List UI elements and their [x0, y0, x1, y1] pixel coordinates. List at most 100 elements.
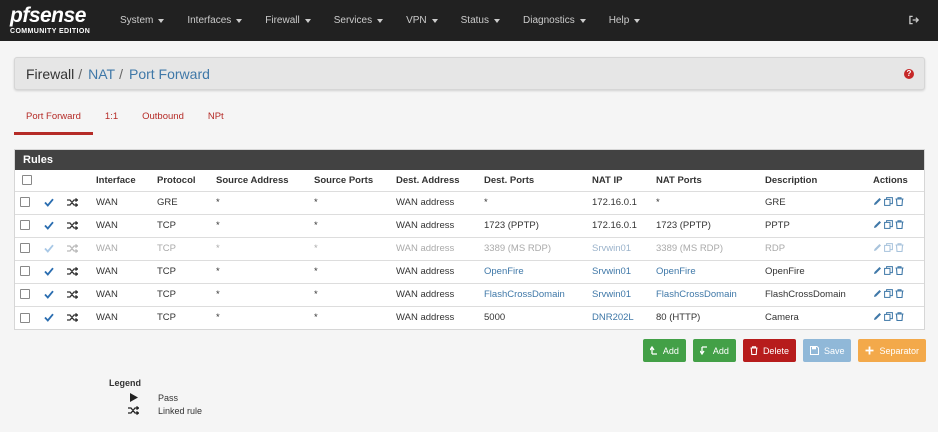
copy-icon[interactable]: [884, 219, 893, 229]
cell-nat-ip[interactable]: Srvwin01: [592, 260, 656, 284]
cell-nat-ports: 3389 (MS RDP): [656, 237, 765, 261]
trash-icon: [750, 346, 758, 355]
rules-title: Rules: [15, 150, 924, 170]
pencil-icon[interactable]: [873, 197, 882, 206]
cell-dest-ports: 5000: [484, 312, 506, 324]
menu-system[interactable]: System: [120, 15, 165, 26]
select-all-checkbox[interactable]: [22, 175, 32, 186]
table-row[interactable]: WAN TCP * * WAN address FlashCrossDomain Srvwi…: [15, 283, 924, 307]
copy-icon[interactable]: [884, 265, 893, 275]
copy-icon[interactable]: [884, 242, 893, 252]
menu-services[interactable]: Services: [334, 15, 384, 26]
cell-source-address: *: [216, 312, 220, 324]
pencil-icon[interactable]: [873, 266, 882, 275]
caret-down-icon: [236, 18, 243, 23]
cell-protocol: TCP: [157, 312, 176, 324]
col-nat-ip: NAT IP: [592, 170, 656, 192]
cell-dest-ports[interactable]: OpenFire: [484, 260, 592, 284]
cell-description: Camera: [765, 312, 799, 324]
table-row[interactable]: WAN TCP * * WAN address 1723 (PPTP) 172.16.0.1…: [15, 214, 924, 238]
separator-button[interactable]: Separator: [858, 339, 926, 362]
play-icon: [129, 393, 138, 402]
breadcrumb-port-forward[interactable]: Port Forward: [129, 66, 210, 82]
menu-diagnostics[interactable]: Diagnostics: [523, 15, 586, 26]
row-checkbox[interactable]: [20, 266, 30, 277]
breadcrumb-nat[interactable]: NAT: [88, 66, 115, 82]
plus-icon: [865, 346, 874, 355]
table-row[interactable]: WAN GRE * * WAN address * 172.16.0.1 * GRE: [15, 191, 924, 215]
row-checkbox[interactable]: [20, 220, 30, 231]
save-icon: [809, 346, 819, 355]
breadcrumb-firewall: Firewall: [26, 65, 75, 82]
caret-down-icon: [158, 18, 165, 23]
table-row[interactable]: WAN TCP * * WAN address OpenFire Srvwin01 OpenF…: [15, 260, 924, 284]
cell-dest-ports[interactable]: FlashCrossDomain: [484, 283, 592, 307]
cell-source-ports: *: [314, 214, 396, 238]
col-description: Description: [765, 170, 873, 192]
check-icon[interactable]: [44, 290, 54, 299]
cell-nat-ports[interactable]: OpenFire: [656, 260, 765, 284]
check-icon[interactable]: [44, 244, 54, 253]
tab-npt[interactable]: NPt: [196, 107, 236, 135]
check-icon[interactable]: [44, 313, 54, 323]
check-icon[interactable]: [44, 221, 54, 230]
cell-dest-ports: 3389 (MS RDP): [484, 237, 592, 261]
cell-nat-ports[interactable]: FlashCrossDomain: [656, 283, 765, 307]
trash-icon[interactable]: [895, 196, 904, 206]
tab-outbound[interactable]: Outbound: [130, 107, 196, 135]
pfsense-logo[interactable]: pfsense COMMUNITY EDITION: [10, 5, 100, 39]
row-checkbox[interactable]: [20, 312, 30, 323]
save-button[interactable]: Save: [802, 339, 852, 362]
copy-icon[interactable]: [884, 288, 893, 298]
row-checkbox[interactable]: [20, 197, 30, 208]
cell-nat-ip[interactable]: Srvwin01: [592, 237, 656, 261]
cell-protocol: GRE: [157, 191, 216, 215]
cell-nat-ip[interactable]: DNR202L: [592, 306, 656, 329]
check-icon[interactable]: [44, 198, 54, 207]
trash-icon[interactable]: [895, 288, 904, 298]
breadcrumb: Firewall / NAT / Port Forward ?: [14, 57, 925, 90]
menu-status[interactable]: Status: [461, 15, 500, 26]
help-icon[interactable]: ?: [904, 69, 914, 79]
cell-interface: WAN: [96, 283, 157, 307]
arrow-up-icon: [649, 346, 657, 355]
add-top-button[interactable]: Add: [642, 339, 686, 362]
logo-sense: sense: [28, 4, 87, 27]
pencil-icon[interactable]: [873, 312, 882, 321]
menu-interfaces[interactable]: Interfaces: [187, 15, 243, 26]
menu-vpn[interactable]: VPN: [406, 15, 438, 26]
caret-down-icon: [377, 18, 384, 23]
caret-down-icon: [494, 18, 500, 23]
col-protocol: Protocol: [157, 170, 216, 192]
add-bottom-button[interactable]: Add: [692, 339, 736, 362]
pencil-icon[interactable]: [873, 243, 882, 252]
pencil-icon[interactable]: [873, 220, 882, 229]
check-icon[interactable]: [44, 267, 54, 276]
cell-description: OpenFire: [765, 260, 873, 284]
cell-source-ports: *: [314, 191, 396, 215]
table-row[interactable]: WAN TCP * * WAN address 3389 (MS RDP) Srvwin01…: [15, 237, 924, 261]
rules-panel: Rules Interface Protocol Source Address …: [14, 149, 925, 330]
cell-source-ports: *: [314, 283, 396, 307]
trash-icon[interactable]: [895, 219, 904, 229]
row-checkbox[interactable]: [20, 289, 30, 300]
col-source-address: Source Address: [216, 170, 314, 192]
delete-button[interactable]: Delete: [742, 339, 796, 362]
row-checkbox[interactable]: [20, 243, 30, 254]
logout-icon[interactable]: [909, 15, 920, 25]
menu-help[interactable]: Help: [609, 15, 641, 26]
pencil-icon[interactable]: [873, 289, 882, 298]
caret-down-icon: [634, 18, 641, 23]
menu-firewall[interactable]: Firewall: [265, 15, 311, 26]
copy-icon[interactable]: [884, 196, 893, 206]
copy-icon[interactable]: [884, 311, 893, 321]
tab-port-forward[interactable]: Port Forward: [14, 107, 93, 135]
cell-nat-ip[interactable]: Srvwin01: [592, 283, 656, 307]
trash-icon[interactable]: [895, 312, 904, 321]
random-icon: [67, 243, 78, 253]
trash-icon[interactable]: [895, 265, 904, 275]
trash-icon[interactable]: [895, 242, 904, 252]
breadcrumb-sep: /: [78, 65, 83, 82]
table-row[interactable]: WAN TCP * * WAN address 5000 DNR202L 80 (HTTP) C…: [15, 306, 924, 329]
tab-1-1[interactable]: 1:1: [93, 107, 130, 135]
